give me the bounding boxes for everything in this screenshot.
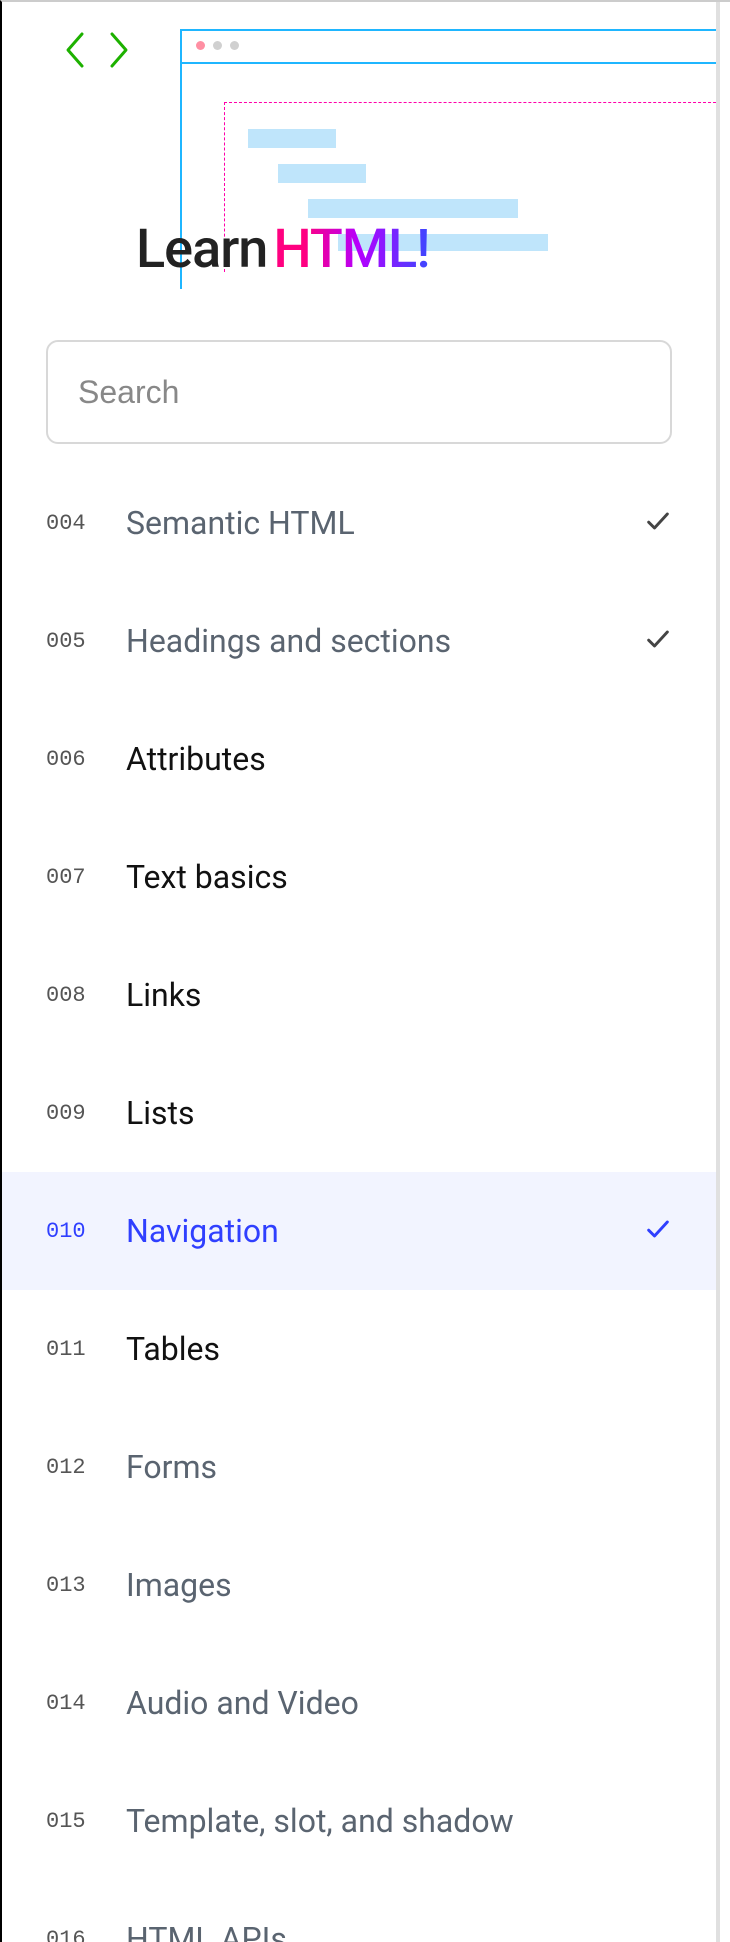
- toc-item-number: 004: [46, 511, 126, 536]
- course-sidebar: LearnHTML! 004Semantic HTML005Headings a…: [2, 2, 720, 1942]
- history-forward-icon[interactable]: [104, 30, 132, 74]
- toc-item-label: Navigation: [126, 1212, 644, 1250]
- toc-item-label: Links: [126, 976, 672, 1014]
- toc-item-number: 005: [46, 629, 126, 654]
- toc-item-label: Text basics: [126, 858, 672, 896]
- toc-item[interactable]: 015Template, slot, and shadow: [2, 1762, 716, 1880]
- toc-item-number: 011: [46, 1337, 126, 1362]
- toc-item-label: Images: [126, 1566, 672, 1604]
- toc-item[interactable]: 010Navigation: [2, 1172, 716, 1290]
- toc-item[interactable]: 013Images: [2, 1526, 716, 1644]
- toc-item-number: 013: [46, 1573, 126, 1598]
- toc-item-number: 015: [46, 1809, 126, 1834]
- table-of-contents: 004Semantic HTML005Headings and sections…: [2, 464, 716, 1942]
- toc-item[interactable]: 009Lists: [2, 1054, 716, 1172]
- toc-item[interactable]: 016HTML APIs: [2, 1880, 716, 1942]
- search-input[interactable]: [46, 340, 672, 444]
- window-controls-icon: [182, 31, 716, 60]
- toc-item-number: 012: [46, 1455, 126, 1480]
- toc-item[interactable]: 004Semantic HTML: [2, 464, 716, 582]
- toc-item[interactable]: 007Text basics: [2, 818, 716, 936]
- toc-item[interactable]: 014Audio and Video: [2, 1644, 716, 1762]
- toc-item-label: HTML APIs: [126, 1920, 672, 1942]
- toc-item-number: 006: [46, 747, 126, 772]
- course-title-accent: HTML!: [273, 218, 429, 281]
- course-title: LearnHTML!: [136, 218, 430, 281]
- check-icon: [644, 1215, 672, 1247]
- toc-item-number: 008: [46, 983, 126, 1008]
- check-icon: [644, 507, 672, 539]
- toc-item[interactable]: 012Forms: [2, 1408, 716, 1526]
- toc-item[interactable]: 011Tables: [2, 1290, 716, 1408]
- check-icon: [644, 625, 672, 657]
- toc-item-label: Attributes: [126, 740, 672, 778]
- toc-item[interactable]: 005Headings and sections: [2, 582, 716, 700]
- toc-item[interactable]: 006Attributes: [2, 700, 716, 818]
- toc-item[interactable]: 008Links: [2, 936, 716, 1054]
- toc-item-label: Template, slot, and shadow: [126, 1802, 672, 1840]
- toc-item-number: 010: [46, 1219, 126, 1244]
- toc-item-number: 016: [46, 1927, 126, 1942]
- toc-item-label: Forms: [126, 1448, 672, 1486]
- history-back-icon[interactable]: [62, 30, 90, 74]
- toc-item-label: Audio and Video: [126, 1684, 672, 1722]
- toc-item-number: 007: [46, 865, 126, 890]
- hero-illustration: LearnHTML!: [2, 2, 716, 292]
- toc-item-number: 009: [46, 1101, 126, 1126]
- toc-item-number: 014: [46, 1691, 126, 1716]
- course-title-prefix: Learn: [136, 218, 267, 281]
- toc-item-label: Tables: [126, 1330, 672, 1368]
- toc-item-label: Semantic HTML: [126, 504, 644, 542]
- toc-item-label: Lists: [126, 1094, 672, 1132]
- toc-item-label: Headings and sections: [126, 622, 644, 660]
